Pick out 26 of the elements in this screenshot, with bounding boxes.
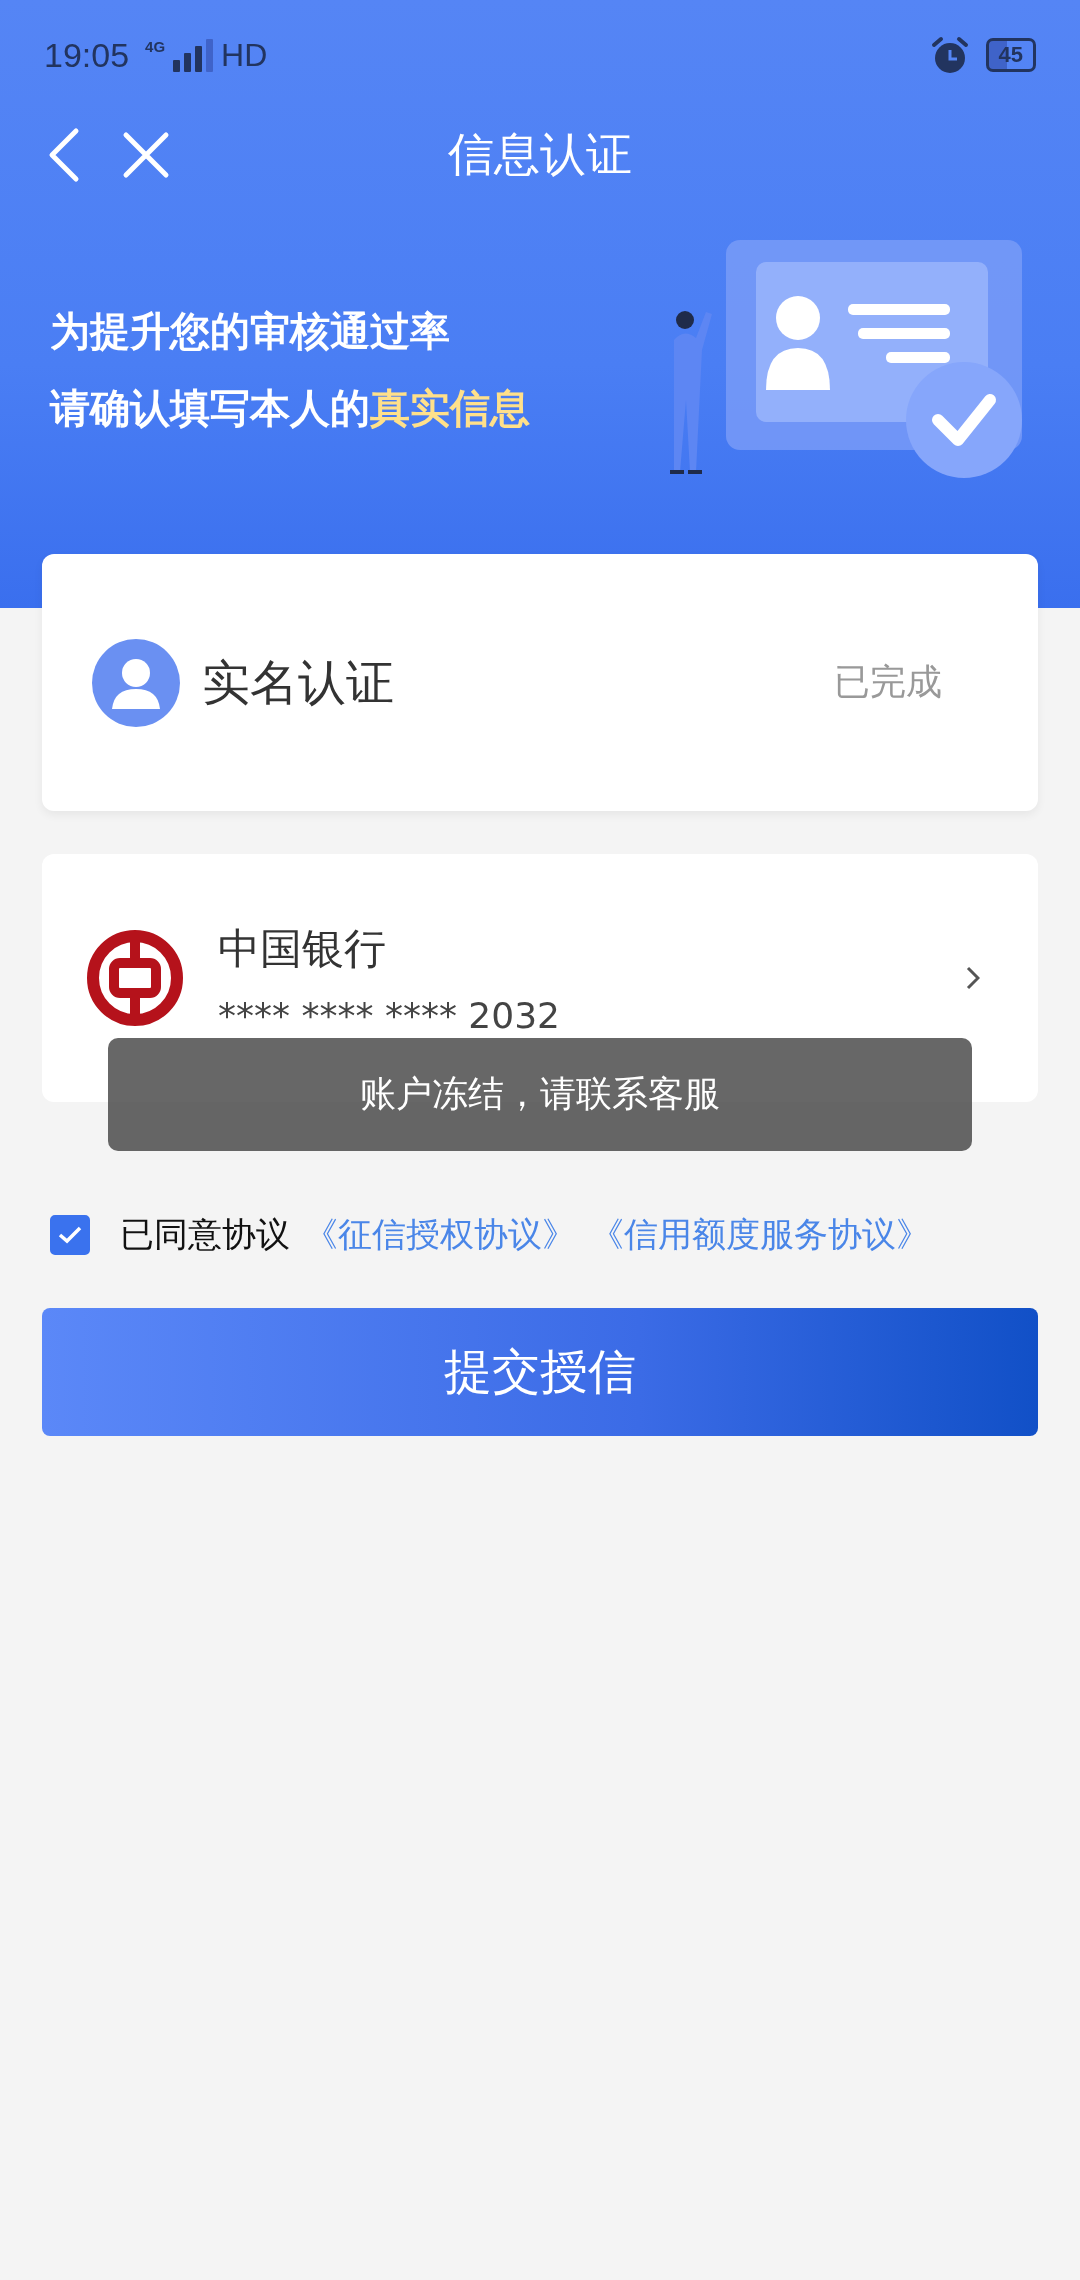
close-icon[interactable] [122, 131, 170, 179]
checkmark-icon [57, 1225, 83, 1245]
message-toast: 账户冻结，请联系客服 [108, 1038, 972, 1151]
user-avatar-icon [92, 638, 180, 727]
submit-button[interactable]: 提交授信 [42, 1308, 1038, 1436]
battery-indicator: 45 [985, 38, 1036, 72]
banner-text: 为提升您的审核通过率 [50, 307, 451, 356]
status-time: 19:05 [44, 35, 130, 75]
agreement-label: 已同意协议 [120, 1213, 290, 1256]
status-text: 已完成 [834, 660, 942, 704]
banner-text: 请确认填写本人的 [50, 385, 370, 431]
banner-highlight: 真实信息 [370, 385, 530, 431]
alarm-icon [929, 36, 970, 74]
agreement-link[interactable]: 《征信授权协议》 [304, 1212, 576, 1258]
agreement-link[interactable]: 《信用额度服务协议》 [590, 1212, 930, 1258]
hd-label: HD [221, 36, 268, 74]
signal-icon [171, 38, 216, 72]
card-title: 实名认证 [202, 652, 394, 712]
network-type: 4G [145, 38, 166, 55]
agreement-checkbox[interactable] [50, 1215, 90, 1255]
identity-card[interactable]: 实名认证 已完成 [42, 554, 1038, 811]
chevron-right-icon [966, 966, 980, 990]
bank-name: 中国银行 [218, 922, 387, 975]
page-title: 信息认证 [448, 126, 632, 183]
bank-logo-icon [86, 929, 184, 1027]
card-number: **** **** **** 2032 [218, 994, 560, 1036]
